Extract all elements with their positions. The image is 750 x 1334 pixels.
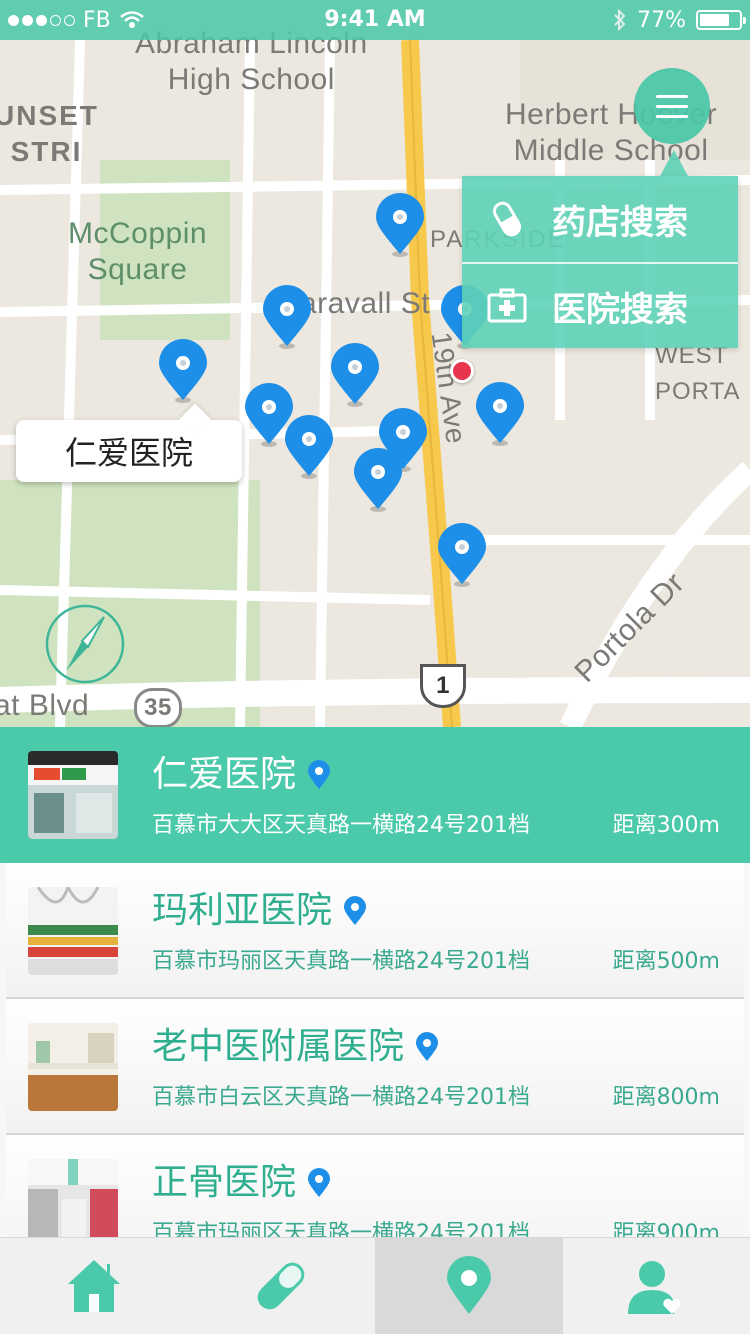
map-pin[interactable] [473, 381, 527, 447]
hospital-thumbnail [28, 887, 118, 975]
map-pin[interactable] [435, 522, 489, 588]
menu-button[interactable] [634, 68, 710, 144]
pharmacy-search-label: 药店搜索 [552, 202, 688, 243]
hospital-thumbnail [28, 1023, 118, 1111]
map-pin[interactable] [260, 284, 314, 350]
list-item[interactable]: 玛利亚医院 百慕市玛丽区天真路一横路24号201档 距离500m [6, 863, 744, 999]
hospital-search-item[interactable]: 医院搜索 [462, 262, 738, 348]
hamburger-icon [656, 94, 688, 98]
location-pin-icon [308, 760, 331, 789]
item-address: 百慕市玛丽区天真路一横路24号201档 [152, 949, 530, 974]
list-item[interactable]: 老中医附属医院 百慕市白云区天真路一横路24号201档 距离800m [6, 999, 744, 1135]
pill-icon [486, 198, 528, 240]
location-pin-icon [416, 1032, 439, 1061]
search-dropdown: 药店搜索 医院搜索 [462, 176, 738, 348]
pharmacy-search-item[interactable]: 药店搜索 [462, 176, 738, 262]
map-label-district: WEST PORTA [655, 342, 741, 405]
list-item[interactable]: 仁爱医院 百慕市大大区天真路一横路24号201档 距离300m [0, 727, 750, 863]
map-view[interactable]: Abraham Lincoln High School Herbert Hoov… [0, 0, 750, 727]
hospital-search-label: 医院搜索 [552, 289, 688, 330]
map-label-street: at Blvd [0, 689, 90, 722]
map-pin[interactable] [282, 414, 336, 480]
map-label-park: McCoppin Square [68, 217, 208, 286]
location-pin-icon [308, 1168, 331, 1197]
location-pin-icon [344, 896, 367, 925]
hospital-thumbnail [28, 1159, 118, 1237]
pill-icon [257, 1262, 305, 1310]
map-callout[interactable]: 仁爱医院 [16, 420, 242, 482]
item-address: 百慕市大大区天真路一横路24号201档 [152, 813, 530, 838]
item-distance: 距离500m [612, 949, 720, 974]
map-pin-icon [285, 415, 333, 479]
item-name: 仁爱医院 [152, 754, 297, 795]
signal-strength-icon [8, 14, 75, 26]
bluetooth-icon [614, 9, 626, 31]
route-shield: 35 [134, 688, 182, 727]
map-pin-icon [438, 523, 486, 587]
user-location-dot [450, 359, 474, 383]
hospital-thumbnail [28, 751, 118, 839]
medical-kit-icon [486, 285, 528, 327]
map-pin-icon [476, 382, 524, 446]
status-bar: FB 9:41 AM 77% [0, 0, 750, 40]
list-item[interactable]: 正骨医院 百慕市玛丽区天真路一横路24号201档 距离900m [6, 1135, 744, 1237]
user-heart-icon [628, 1261, 681, 1314]
map-pin[interactable] [351, 447, 405, 513]
map-pin-icon [159, 339, 207, 403]
carrier-name: FB [83, 7, 111, 33]
item-distance: 距离300m [612, 813, 720, 838]
tab-profile[interactable] [563, 1238, 750, 1334]
location-pin-icon [446, 1256, 491, 1314]
battery-level [700, 14, 730, 26]
map-pin-icon [376, 193, 424, 257]
map-pin[interactable] [328, 342, 382, 408]
wifi-icon [119, 11, 144, 28]
item-address: 百慕市玛丽区天真路一横路24号201档 [152, 1221, 530, 1237]
home-icon [67, 1260, 120, 1312]
map-pin-icon [354, 448, 402, 512]
battery-icon [696, 10, 746, 30]
tab-pharmacy[interactable] [188, 1238, 376, 1334]
item-name: 玛利亚医院 [152, 890, 333, 931]
compass-icon[interactable] [44, 603, 126, 685]
item-name: 老中医附属医院 [152, 1026, 405, 1067]
tab-bar [0, 1237, 750, 1334]
tab-home[interactable] [0, 1238, 188, 1334]
route-shield: 1 [420, 664, 466, 708]
map-pin-icon [331, 343, 379, 407]
map-pin[interactable] [156, 338, 210, 404]
item-distance: 距离900m [612, 1221, 720, 1237]
map-pin[interactable] [373, 192, 427, 258]
item-address: 百慕市白云区天真路一横路24号201档 [152, 1085, 530, 1110]
item-distance: 距离800m [612, 1085, 720, 1110]
map-pin-icon [263, 285, 311, 349]
dropdown-pointer [660, 150, 688, 176]
hospital-list[interactable]: 仁爱医院 百慕市大大区天真路一横路24号201档 距离300m 玛利亚医院 百慕… [0, 727, 750, 1237]
tab-map[interactable] [375, 1238, 563, 1334]
item-name: 正骨医院 [152, 1162, 297, 1203]
map-label-district: UNSET STRI [0, 100, 99, 167]
map-label-street: aravall St [300, 287, 431, 320]
battery-percent: 77% [637, 7, 686, 33]
